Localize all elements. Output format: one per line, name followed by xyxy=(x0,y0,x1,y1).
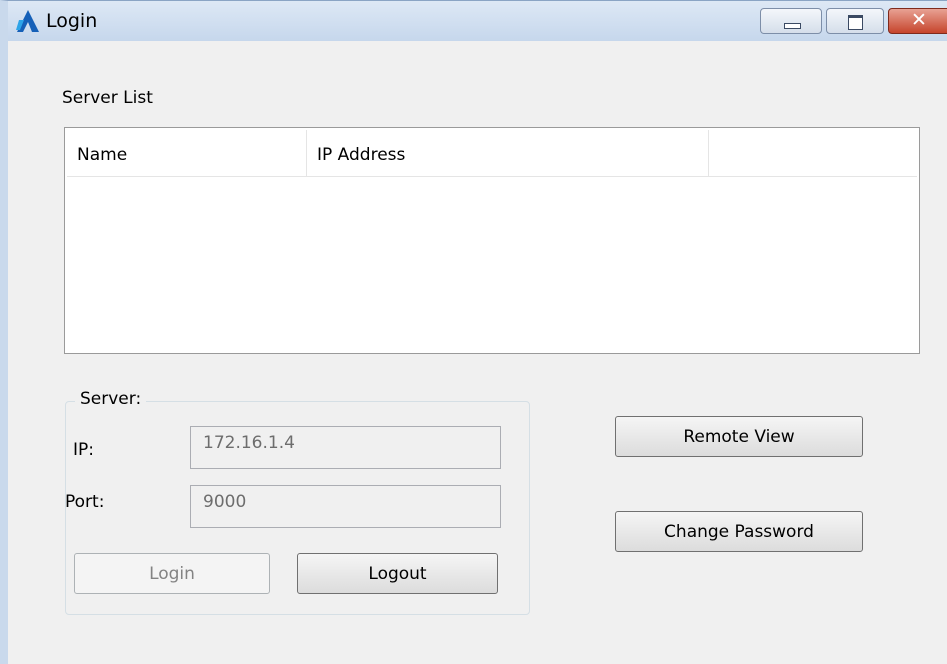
logout-button[interactable]: Logout xyxy=(297,553,498,594)
minimize-button[interactable] xyxy=(760,8,822,34)
server-list[interactable]: Name IP Address xyxy=(64,127,920,354)
app-logo-icon xyxy=(16,10,39,32)
port-field[interactable]: 9000 xyxy=(190,485,501,528)
server-list-label: Server List xyxy=(62,88,153,108)
login-window: Login ✕ Server List Name IP Address Serv… xyxy=(0,0,947,664)
ip-label: IP: xyxy=(73,440,94,460)
title-bar[interactable]: Login ✕ xyxy=(8,1,947,41)
minimize-icon xyxy=(784,23,801,29)
column-header-name[interactable]: Name xyxy=(67,130,307,176)
column-header-extra[interactable] xyxy=(709,130,917,176)
close-icon: ✕ xyxy=(911,9,927,31)
port-label: Port: xyxy=(65,492,105,512)
change-password-button[interactable]: Change Password xyxy=(615,511,863,552)
column-header-ip-address[interactable]: IP Address xyxy=(307,130,709,176)
login-button[interactable]: Login xyxy=(74,553,270,594)
server-list-header: Name IP Address xyxy=(67,130,917,177)
ip-field[interactable]: 172.16.1.4 xyxy=(190,426,501,469)
maximize-button[interactable] xyxy=(826,8,884,34)
window-title: Login xyxy=(46,10,98,32)
remote-view-button[interactable]: Remote View xyxy=(615,416,863,457)
maximize-icon xyxy=(848,15,863,30)
close-button[interactable]: ✕ xyxy=(888,8,947,34)
server-group-title: Server: xyxy=(75,389,147,409)
